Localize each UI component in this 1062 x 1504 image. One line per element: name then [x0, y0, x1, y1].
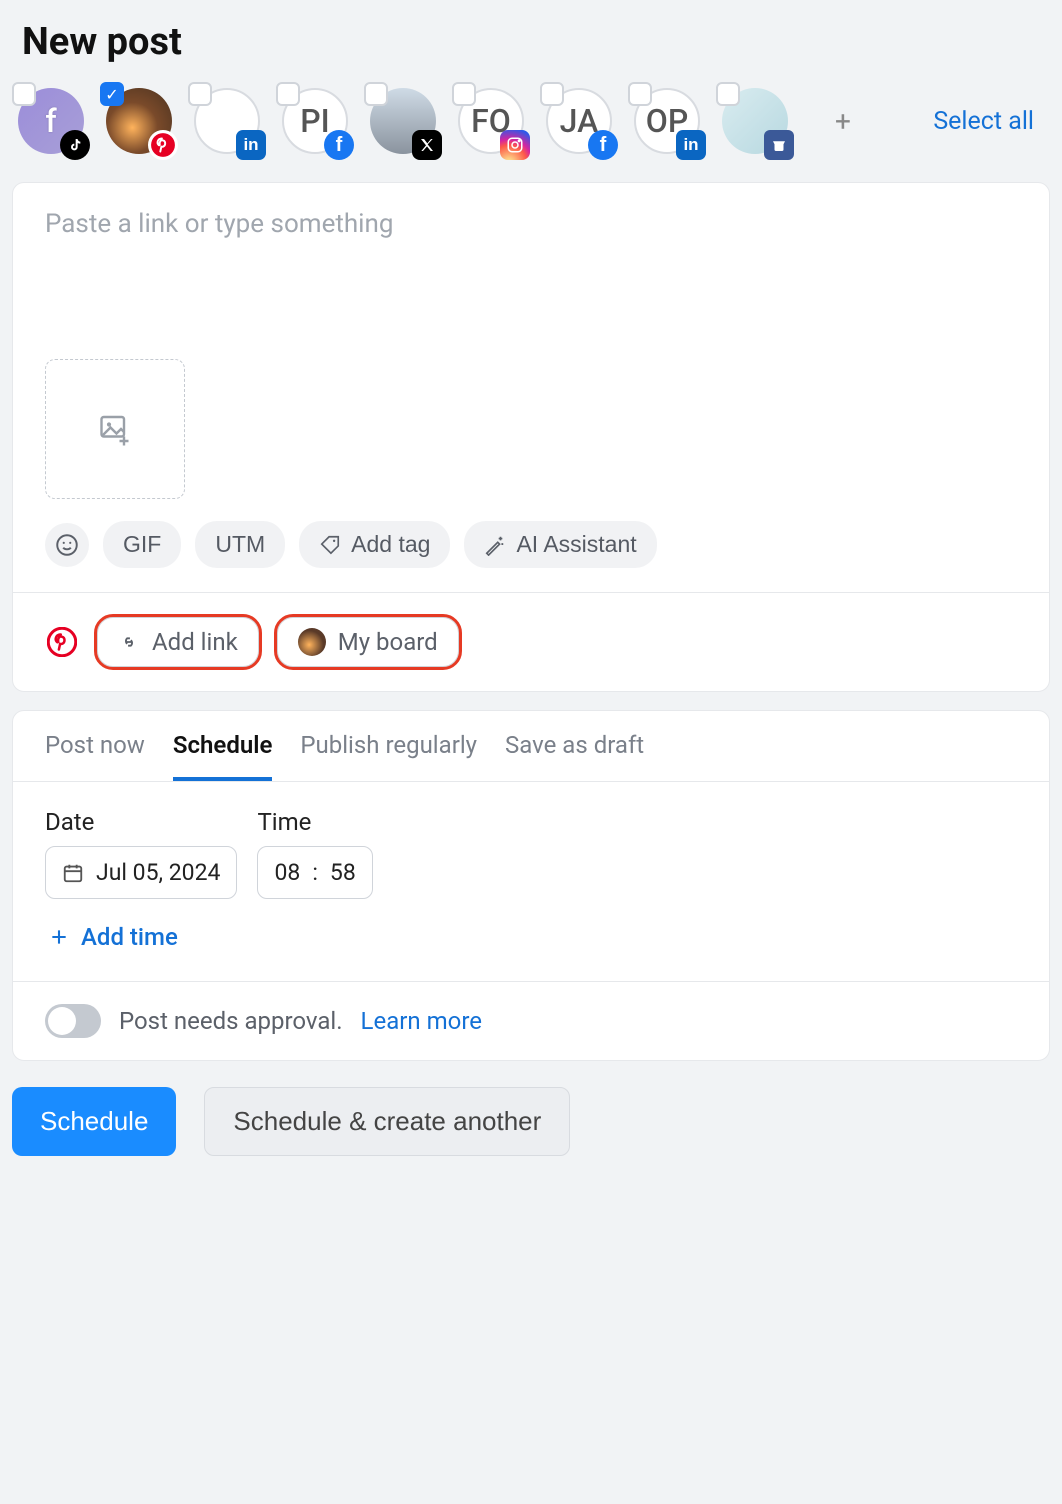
instagram-icon — [500, 130, 530, 160]
linkedin-icon: in — [676, 130, 706, 160]
approval-toggle[interactable] — [45, 1004, 101, 1038]
add-tag-button[interactable]: Add tag — [299, 521, 450, 568]
account-linkedin[interactable]: OPin — [634, 88, 700, 154]
footer-actions: Schedule Schedule & create another — [12, 1079, 1050, 1176]
date-input[interactable]: Jul 05, 2024 — [45, 846, 237, 899]
emoji-button[interactable] — [45, 523, 89, 567]
account-checkbox[interactable] — [540, 82, 564, 106]
tab-schedule[interactable]: Schedule — [173, 731, 273, 781]
add-link-label: Add link — [152, 628, 238, 656]
add-time-label: Add time — [81, 923, 178, 951]
date-value: Jul 05, 2024 — [96, 859, 220, 886]
tab-publish-regularly[interactable]: Publish regularly — [300, 731, 477, 781]
composer-textarea[interactable]: Paste a link or type something — [45, 209, 1017, 339]
tab-post-now[interactable]: Post now — [45, 731, 145, 781]
account-checkbox[interactable] — [364, 82, 388, 106]
publish-tabs: Post now Schedule Publish regularly Save… — [13, 711, 1049, 782]
facebook-icon: f — [324, 130, 354, 160]
account-checkbox[interactable] — [452, 82, 476, 106]
plus-icon — [49, 927, 69, 947]
calendar-icon — [62, 862, 84, 884]
board-label: My board — [338, 628, 438, 656]
account-checkbox[interactable] — [716, 82, 740, 106]
pinterest-options-row: Add link My board — [13, 592, 1049, 691]
time-input[interactable]: 08 : 58 — [257, 846, 372, 899]
board-chip[interactable]: My board — [277, 617, 459, 667]
account-checkbox[interactable] — [12, 82, 36, 106]
pinterest-icon — [148, 130, 178, 160]
composer-card: Paste a link or type something GIF UTM — [12, 182, 1050, 692]
image-add-icon — [96, 411, 134, 447]
board-thumbnail-icon — [298, 628, 326, 656]
ai-assistant-label: AI Assistant — [516, 531, 636, 558]
link-icon — [118, 631, 140, 653]
account-linkedin[interactable]: in — [194, 88, 260, 154]
page-title: New post — [12, 0, 1050, 88]
account-checkbox[interactable]: ✓ — [100, 82, 124, 106]
time-hour: 08 — [274, 859, 300, 886]
account-x[interactable] — [370, 88, 436, 154]
approval-text: Post needs approval. — [119, 1007, 343, 1035]
tag-icon — [319, 534, 341, 556]
google-icon — [764, 130, 794, 160]
account-checkbox[interactable] — [276, 82, 300, 106]
select-all-button[interactable]: Select all — [933, 107, 1044, 136]
learn-more-link[interactable]: Learn more — [361, 1007, 482, 1035]
time-minute: 58 — [330, 859, 356, 886]
x-icon — [412, 130, 442, 160]
magic-icon — [484, 534, 506, 556]
emoji-icon — [54, 532, 80, 558]
account-tiktok[interactable]: f — [18, 88, 84, 154]
schedule-button[interactable]: Schedule — [12, 1087, 176, 1156]
account-facebook[interactable]: PIf — [282, 88, 348, 154]
account-google[interactable] — [722, 88, 788, 154]
utm-button[interactable]: UTM — [195, 521, 285, 568]
gif-button[interactable]: GIF — [103, 521, 181, 568]
add-account-button[interactable]: + — [810, 88, 876, 154]
schedule-create-another-button[interactable]: Schedule & create another — [204, 1087, 570, 1156]
tab-save-draft[interactable]: Save as draft — [505, 731, 644, 781]
time-label: Time — [257, 808, 372, 836]
account-checkbox[interactable] — [188, 82, 212, 106]
account-checkbox[interactable] — [628, 82, 652, 106]
add-tag-label: Add tag — [351, 531, 430, 558]
linkedin-icon: in — [236, 130, 266, 160]
account-pinterest[interactable]: ✓ — [106, 88, 172, 154]
facebook-icon: f — [588, 130, 618, 160]
tool-row: GIF UTM Add tag AI Assistant — [45, 521, 1017, 568]
add-image-button[interactable] — [45, 359, 185, 499]
approval-row: Post needs approval. Learn more — [13, 982, 1049, 1060]
add-time-button[interactable]: Add time — [45, 923, 1017, 951]
account-instagram[interactable]: FO — [458, 88, 524, 154]
accounts-row: f ✓ in PIf FO JAf OPin + Select all — [12, 88, 1050, 164]
pinterest-icon — [45, 625, 79, 659]
date-label: Date — [45, 808, 237, 836]
add-link-chip[interactable]: Add link — [97, 617, 259, 667]
ai-assistant-button[interactable]: AI Assistant — [464, 521, 656, 568]
tiktok-icon — [60, 130, 90, 160]
schedule-card: Post now Schedule Publish regularly Save… — [12, 710, 1050, 1061]
account-facebook[interactable]: JAf — [546, 88, 612, 154]
